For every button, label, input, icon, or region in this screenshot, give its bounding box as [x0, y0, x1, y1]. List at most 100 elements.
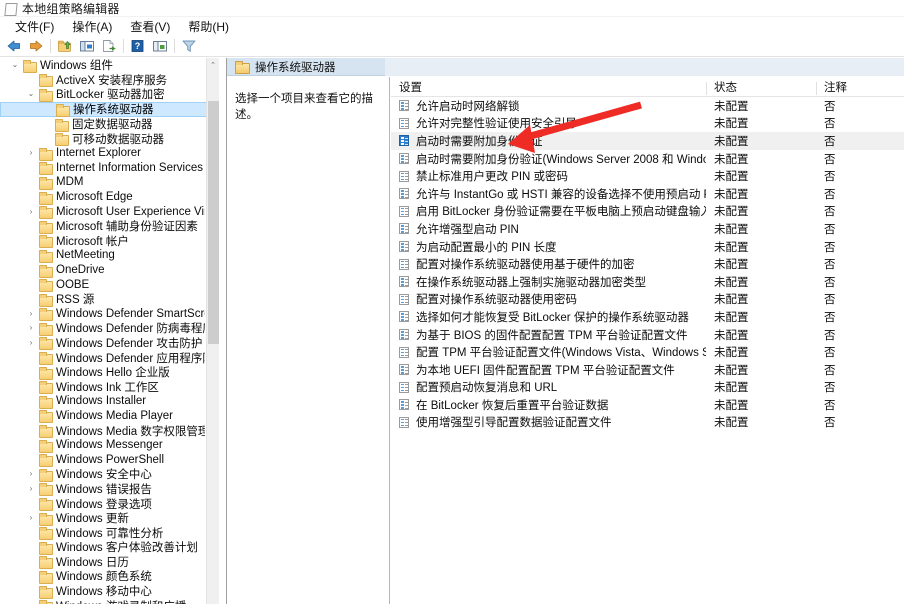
table-row[interactable]: 使用增强型引导配置数据验证配置文件 未配置 否: [391, 414, 904, 432]
tree-item[interactable]: Windows 客户体验改善计划: [0, 540, 207, 555]
tree-item[interactable]: 操作系统驱动器: [0, 101, 207, 117]
back-icon[interactable]: [3, 37, 25, 56]
tree-item[interactable]: OOBE: [0, 277, 207, 293]
tree-item-label: Windows Defender 防病毒程序: [56, 323, 205, 336]
table-row[interactable]: 禁止标准用户更改 PIN 或密码 未配置 否: [391, 167, 904, 185]
tree-item[interactable]: › Windows 安全中心: [0, 467, 207, 482]
export-list-icon[interactable]: [98, 37, 120, 56]
breadcrumb: 操作系统驱动器: [227, 58, 385, 76]
tree-item[interactable]: › Microsoft User Experience Virtu: [0, 204, 207, 220]
tree-item[interactable]: 固定数据驱动器: [0, 117, 207, 132]
chevron-right-icon[interactable]: ›: [24, 511, 38, 525]
tree-item[interactable]: Windows Installer: [0, 394, 207, 409]
scroll-up-arrow-icon[interactable]: ⌃: [207, 58, 219, 71]
tree-item-label: RSS 源: [56, 294, 95, 307]
table-row[interactable]: 允许对完整性验证使用安全引导 未配置 否: [391, 115, 904, 133]
chevron-right-icon[interactable]: ›: [24, 336, 38, 350]
folder-icon: [38, 206, 53, 220]
table-row[interactable]: 配置对操作系统驱动器使用密码 未配置 否: [391, 291, 904, 309]
cell-setting: 启用 BitLocker 身份验证需要在平板电脑上预启动键盘输入: [391, 203, 706, 219]
chevron-right-icon[interactable]: ›: [24, 146, 38, 160]
scrollbar-thumb[interactable]: [208, 101, 219, 344]
filter-icon[interactable]: [178, 37, 200, 56]
table-row[interactable]: 为基于 BIOS 的固件配置配置 TPM 平台验证配置文件 未配置 否: [391, 326, 904, 344]
policy-setting-icon: [399, 346, 410, 358]
tree-item[interactable]: Internet Information Services: [0, 161, 207, 176]
chevron-down-icon[interactable]: ⌄: [24, 87, 38, 101]
folder-icon: [54, 118, 69, 132]
tree-item[interactable]: › Windows 错误报告: [0, 482, 207, 497]
up-folder-icon[interactable]: [54, 37, 76, 56]
table-row[interactable]: 为启动配置最小的 PIN 长度 未配置 否: [391, 238, 904, 256]
tree-item[interactable]: Windows 游戏录制和广播: [0, 598, 207, 604]
forward-icon[interactable]: [25, 37, 47, 56]
policy-setting-icon: [399, 188, 410, 200]
table-row[interactable]: 在 BitLocker 恢复后重置平台验证数据 未配置 否: [391, 396, 904, 414]
table-row[interactable]: 启用 BitLocker 身份验证需要在平板电脑上预启动键盘输入 未配置 否: [391, 203, 904, 221]
tree-item[interactable]: Windows Messenger: [0, 438, 207, 453]
table-row[interactable]: 启动时需要附加身份验证 未配置 否: [391, 132, 904, 150]
help-icon[interactable]: ?: [127, 37, 149, 56]
table-row[interactable]: 允许增强型启动 PIN 未配置 否: [391, 220, 904, 238]
table-row[interactable]: 在操作系统驱动器上强制实施驱动器加密类型 未配置 否: [391, 273, 904, 291]
tree-item[interactable]: 可移动数据驱动器: [0, 131, 207, 147]
tree-item[interactable]: › Internet Explorer: [0, 146, 207, 161]
list-body: 允许启动时网络解锁 未配置否允许对完整性验证使用安全引导 未配置否启动时需要附加身份…: [391, 97, 904, 431]
show-hide-tree-icon[interactable]: [76, 37, 98, 56]
tree-item-label: OneDrive: [56, 264, 105, 277]
menu-view[interactable]: 查看(V): [121, 17, 179, 37]
menu-help[interactable]: 帮助(H): [179, 17, 238, 37]
menu-action[interactable]: 操作(A): [63, 17, 121, 37]
tree-item[interactable]: Microsoft Edge: [0, 190, 207, 205]
tree-scrollbar[interactable]: ⌃: [206, 58, 219, 604]
chevron-right-icon[interactable]: ›: [24, 321, 38, 335]
tree-item[interactable]: › Windows Defender SmartScree: [0, 307, 207, 322]
tree-item[interactable]: › Windows Defender 防病毒程序: [0, 321, 207, 336]
chevron-right-icon[interactable]: ›: [24, 467, 38, 481]
chevron-down-icon[interactable]: ⌄: [8, 58, 22, 72]
tree-item[interactable]: Windows 可靠性分析: [0, 525, 207, 541]
column-header-state[interactable]: 状态: [706, 79, 816, 95]
cell-state: 未配置: [714, 399, 749, 412]
tree-item[interactable]: Windows Ink 工作区: [0, 379, 207, 395]
table-row[interactable]: 配置 TPM 平台验证配置文件(Windows Vista、Windows Se…: [391, 343, 904, 361]
table-row[interactable]: 配置预启动恢复消息和 URL 未配置 否: [391, 379, 904, 397]
tree-item[interactable]: Windows 登录选项: [0, 496, 207, 512]
tree-item[interactable]: Windows Defender 应用程序防: [0, 350, 207, 366]
table-row[interactable]: 允许与 InstantGo 或 HSTI 兼容的设备选择不使用预启动 PIN..…: [391, 185, 904, 203]
chevron-right-icon[interactable]: ›: [24, 205, 38, 219]
tree-item[interactable]: ⌄ Windows 组件: [0, 58, 207, 73]
tree-item[interactable]: Windows 移动中心: [0, 584, 207, 599]
tree-item[interactable]: MDM: [0, 175, 207, 190]
tree-item[interactable]: Windows 颜色系统: [0, 569, 207, 584]
properties-icon[interactable]: [149, 37, 171, 56]
table-row[interactable]: 选择如何才能恢复受 BitLocker 保护的操作系统驱动器 未配置 否: [391, 308, 904, 326]
table-row[interactable]: 允许启动时网络解锁 未配置 否: [391, 97, 904, 115]
tree-item[interactable]: ActiveX 安装程序服务: [0, 73, 207, 88]
column-header-comment[interactable]: 注释: [816, 79, 904, 95]
chevron-right-icon[interactable]: ›: [24, 482, 38, 496]
tree-item[interactable]: Windows Media 数字权限管理: [0, 423, 207, 439]
tree-item[interactable]: Windows 日历: [0, 555, 207, 570]
table-row[interactable]: 为本地 UEFI 固件配置配置 TPM 平台验证配置文件 未配置 否: [391, 361, 904, 379]
tree-item[interactable]: OneDrive: [0, 263, 207, 278]
tree-item-label: NetMeeting: [56, 249, 115, 262]
tree-item[interactable]: Windows PowerShell: [0, 452, 207, 468]
table-row[interactable]: 启动时需要附加身份验证(Windows Server 2008 和 Window…: [391, 150, 904, 168]
column-header-setting[interactable]: 设置: [391, 79, 706, 95]
tree-item[interactable]: Microsoft 帐户: [0, 234, 207, 249]
tree-item[interactable]: › Windows 更新: [0, 511, 207, 526]
tree-item[interactable]: Windows Hello 企业版: [0, 365, 207, 380]
settings-list-view[interactable]: 设置 状态 注释 允许启动时网络解锁 未配置否允许对完整性验证使用安全引导 未配置否…: [391, 77, 904, 604]
table-row[interactable]: 配置对操作系统驱动器使用基于硬件的加密 未配置 否: [391, 255, 904, 273]
tree-item[interactable]: RSS 源: [0, 292, 207, 307]
tree-item[interactable]: Windows Media Player: [0, 409, 207, 424]
tree-item[interactable]: Microsoft 辅助身份验证因素: [0, 219, 207, 234]
tree-item[interactable]: › Windows Defender 攻击防护: [0, 336, 207, 351]
tree-item-label: Windows 可靠性分析: [56, 527, 164, 540]
menu-file[interactable]: 文件(F): [6, 17, 63, 37]
tree-item[interactable]: NetMeeting: [0, 248, 207, 263]
setting-name: 在 BitLocker 恢复后重置平台验证数据: [416, 399, 609, 412]
tree-item[interactable]: ⌄ BitLocker 驱动器加密: [0, 87, 207, 102]
chevron-right-icon[interactable]: ›: [24, 307, 38, 321]
